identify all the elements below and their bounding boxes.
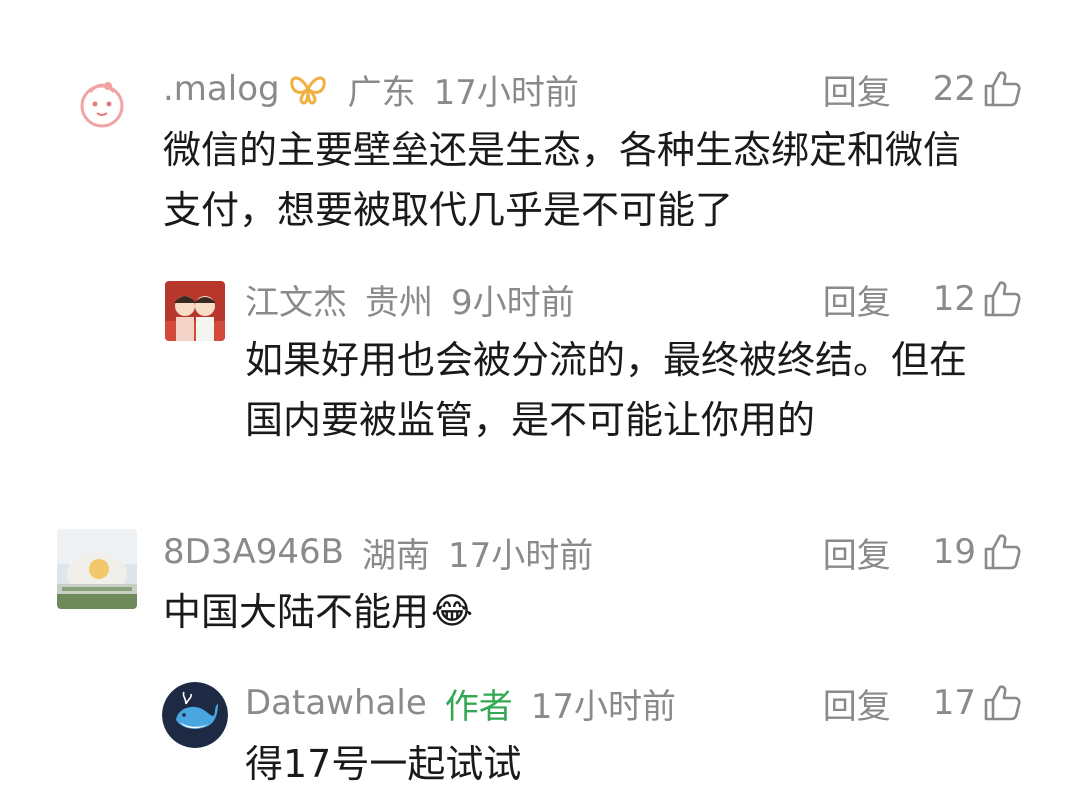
baby-face-icon bbox=[72, 74, 132, 134]
comment-actions: 回复 22 bbox=[823, 64, 1022, 114]
location: 广东 bbox=[347, 72, 416, 113]
laughing-emoji-icon: 😂 bbox=[431, 591, 474, 632]
building-photo-icon bbox=[57, 529, 137, 609]
timestamp: 17小时前 bbox=[530, 686, 677, 727]
reply-button[interactable]: 回复 bbox=[823, 65, 891, 114]
comment-actions: 回复 17 bbox=[823, 678, 1022, 728]
comment-text: 微信的主要壁垒还是生态，各种生态绑定和微信 支付，想要被取代几乎是不可能了 bbox=[163, 120, 961, 240]
comment-meta: 江文杰 贵州 9小时前 bbox=[245, 274, 593, 324]
comment-actions: 回复 12 bbox=[823, 274, 1022, 324]
avatar-building[interactable] bbox=[57, 529, 137, 609]
location: 贵州 bbox=[365, 282, 433, 323]
comment-line: 国内要被监管，是不可能让你用的 bbox=[245, 398, 816, 442]
comment-text: 得17号一起试试 bbox=[245, 734, 521, 794]
comment-meta: Datawhale 作者 17小时前 bbox=[245, 678, 694, 728]
like-count: 17 bbox=[932, 683, 976, 723]
avatar-whale[interactable] bbox=[162, 682, 228, 748]
comment-line: 微信的主要壁垒还是生态，各种生态绑定和微信 bbox=[163, 128, 962, 172]
thumbs-up-icon[interactable] bbox=[982, 279, 1022, 319]
avatar-couple[interactable] bbox=[165, 281, 225, 341]
thumbs-up-icon[interactable] bbox=[982, 69, 1022, 109]
comment-line: 得17号一起试试 bbox=[245, 742, 522, 786]
location: 湖南 bbox=[361, 535, 430, 576]
comment-meta: .malog 广东 17小时前 bbox=[163, 64, 597, 114]
timestamp: 17小时前 bbox=[447, 535, 594, 576]
username[interactable]: 江文杰 bbox=[245, 275, 347, 324]
timestamp: 9小时前 bbox=[451, 282, 575, 323]
comment-actions: 回复 19 bbox=[823, 527, 1022, 577]
thumbs-up-icon[interactable] bbox=[982, 532, 1022, 572]
username[interactable]: 8D3A946B bbox=[163, 532, 344, 572]
butterfly-badge-icon bbox=[289, 76, 326, 105]
whale-logo-icon bbox=[162, 682, 228, 748]
like-count: 19 bbox=[932, 532, 976, 572]
comment-text: 如果好用也会被分流的，最终被终结。但在 国内要被监管，是不可能让你用的 bbox=[245, 330, 967, 450]
username[interactable]: Datawhale bbox=[245, 683, 427, 723]
like-count: 12 bbox=[932, 279, 976, 319]
comment-meta: 8D3A946B 湖南 17小时前 bbox=[163, 527, 611, 577]
timestamp: 17小时前 bbox=[433, 72, 579, 113]
comment-line: 支付，想要被取代几乎是不可能了 bbox=[163, 188, 734, 232]
reply-button[interactable]: 回复 bbox=[823, 679, 891, 728]
reply-button[interactable]: 回复 bbox=[823, 275, 891, 324]
avatar-baby[interactable] bbox=[72, 74, 132, 134]
comment-line: 如果好用也会被分流的，最终被终结。但在 bbox=[245, 338, 968, 382]
reply-button[interactable]: 回复 bbox=[823, 528, 891, 577]
username[interactable]: .malog bbox=[163, 69, 280, 109]
author-badge: 作者 bbox=[444, 686, 513, 727]
comment-line: 中国大陆不能用 bbox=[163, 590, 430, 634]
thumbs-up-icon[interactable] bbox=[982, 683, 1022, 723]
comment-text: 中国大陆不能用 😂 bbox=[163, 582, 473, 642]
like-count: 22 bbox=[932, 69, 976, 109]
couple-cartoon-icon bbox=[165, 281, 225, 341]
